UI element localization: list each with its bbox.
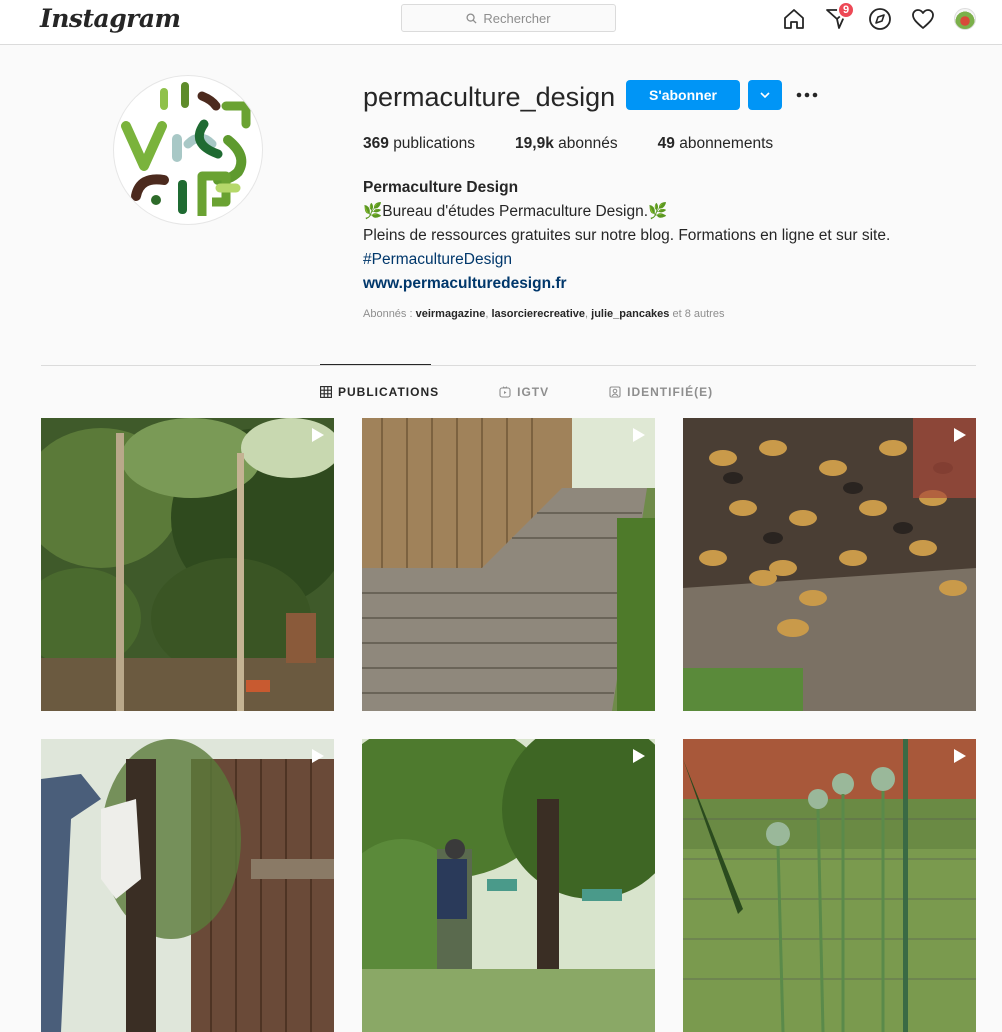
tagged-icon bbox=[609, 386, 621, 398]
tab-label: IDENTIFIÉ(E) bbox=[627, 385, 714, 399]
heart-icon[interactable] bbox=[911, 7, 935, 31]
explore-icon[interactable] bbox=[868, 7, 892, 31]
video-icon bbox=[633, 428, 645, 442]
website-link[interactable]: www.permaculturedesign.fr bbox=[363, 272, 890, 296]
posts-count-label: publications bbox=[393, 135, 476, 152]
bio-hashtag-link[interactable]: #PermacultureDesign bbox=[363, 248, 890, 272]
following-count[interactable]: 49 abonnements bbox=[658, 135, 774, 153]
garden-person-image bbox=[41, 739, 334, 1032]
tab-publications[interactable]: PUBLICATIONS bbox=[320, 385, 439, 399]
tab-igtv[interactable]: IGTV bbox=[499, 385, 549, 399]
garden-walker-image bbox=[362, 739, 655, 1032]
tab-label: PUBLICATIONS bbox=[338, 385, 440, 399]
top-navigation: Instagram Rechercher 9 bbox=[0, 0, 1002, 45]
post-thumbnail[interactable] bbox=[362, 739, 655, 1032]
igtv-icon bbox=[499, 386, 511, 398]
more-icon bbox=[796, 92, 818, 98]
profile-bio: Permaculture Design 🌿Bureau d'études Per… bbox=[363, 176, 890, 296]
video-icon bbox=[954, 749, 966, 763]
tabs-divider bbox=[41, 365, 976, 366]
followed-by-prefix: Abonnés : bbox=[363, 308, 413, 320]
home-icon[interactable] bbox=[782, 7, 806, 31]
following-count-label: abonnements bbox=[679, 135, 774, 152]
post-thumbnail[interactable] bbox=[683, 739, 976, 1032]
post-thumbnail[interactable] bbox=[362, 418, 655, 711]
garden-image bbox=[41, 418, 334, 711]
profile-picture[interactable] bbox=[113, 75, 263, 225]
instagram-logo[interactable]: Instagram bbox=[40, 4, 181, 33]
bio-line-2: Pleins de ressources gratuites sur notre… bbox=[363, 227, 891, 244]
follow-button[interactable]: S'abonner bbox=[626, 80, 740, 110]
profile-username: permaculture_design bbox=[363, 82, 616, 112]
follower-name: lasorcierecreative bbox=[491, 308, 586, 320]
followers-count[interactable]: 19,9k abonnés bbox=[515, 135, 618, 153]
followers-count-value: 19,9k bbox=[515, 135, 554, 152]
posts-count: 369 publications bbox=[363, 135, 475, 153]
tab-tagged[interactable]: IDENTIFIÉ(E) bbox=[609, 385, 713, 399]
avatar[interactable] bbox=[954, 8, 976, 30]
followers-count-label: abonnés bbox=[558, 135, 618, 152]
artichoke-image bbox=[683, 739, 976, 1032]
following-count-value: 49 bbox=[657, 135, 675, 152]
direct-icon[interactable]: 9 bbox=[825, 1, 855, 31]
search-icon bbox=[466, 12, 477, 24]
suggestions-dropdown-button[interactable] bbox=[748, 80, 782, 110]
bio-line-1: 🌿Bureau d'études Permaculture Design.🌿 bbox=[363, 203, 668, 220]
profile-full-name: Permaculture Design bbox=[363, 179, 519, 196]
post-thumbnail[interactable] bbox=[41, 418, 334, 711]
bees-image bbox=[683, 418, 976, 711]
followed-by-others: et 8 autres bbox=[672, 308, 725, 320]
post-thumbnail[interactable] bbox=[683, 418, 976, 711]
chevron-down-icon bbox=[760, 92, 770, 98]
notification-badge: 9 bbox=[837, 1, 855, 19]
follower-name: veirmagazine bbox=[415, 308, 486, 320]
permaculture-logo-icon bbox=[121, 82, 251, 216]
grid-icon bbox=[320, 386, 332, 398]
video-icon bbox=[312, 428, 324, 442]
video-icon bbox=[633, 749, 645, 763]
post-thumbnail[interactable] bbox=[41, 739, 334, 1032]
profile-stats: 369 publications 19,9k abonnés 49 abonne… bbox=[363, 135, 773, 153]
profile-tabs: PUBLICATIONS IGTV IDENTIFIÉ(E) bbox=[320, 385, 713, 399]
nav-icons: 9 bbox=[782, 1, 976, 31]
search-input[interactable]: Rechercher bbox=[401, 4, 616, 32]
posts-count-value: 369 bbox=[363, 135, 389, 152]
followed-by[interactable]: Abonnés : veirmagazine, lasorcierecreati… bbox=[363, 308, 724, 320]
video-icon bbox=[312, 749, 324, 763]
search-placeholder: Rechercher bbox=[483, 10, 551, 26]
more-options-button[interactable] bbox=[795, 85, 819, 105]
follower-name: julie_pancakes bbox=[591, 308, 670, 320]
video-icon bbox=[954, 428, 966, 442]
boardwalk-image bbox=[362, 418, 655, 711]
active-tab-indicator bbox=[320, 364, 431, 365]
tab-label: IGTV bbox=[517, 385, 550, 399]
